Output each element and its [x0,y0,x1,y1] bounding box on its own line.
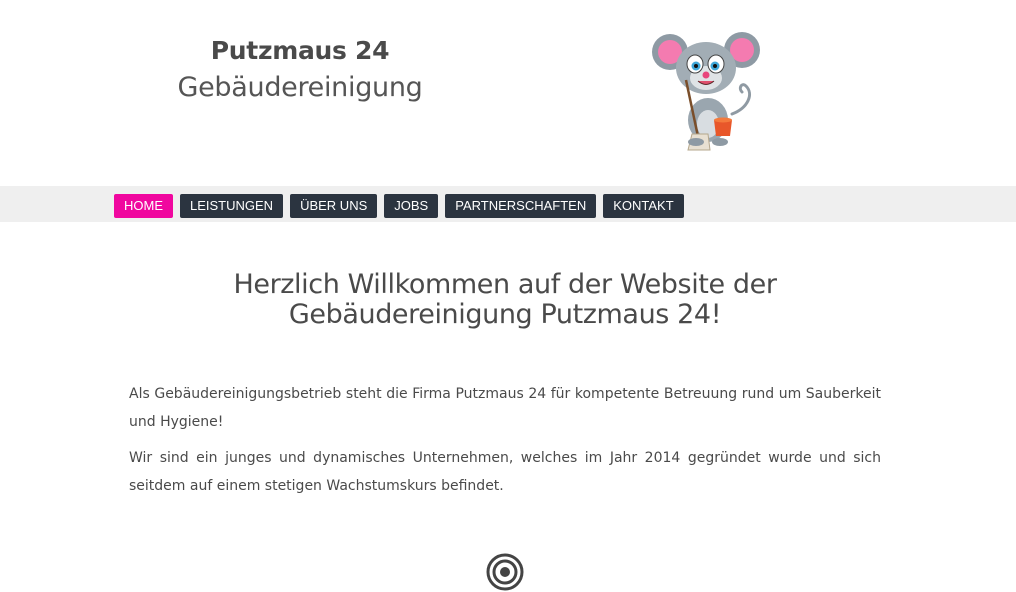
target-icon [486,553,524,591]
nav-item-home[interactable]: HOME [114,194,173,218]
page-title-line-2: Gebäudereinigung Putzmaus 24! [288,299,722,330]
mouse-with-broom-icon[interactable] [650,28,766,152]
site-header: Putzmaus 24 Gebäudereinigung [0,0,1016,186]
brand-name[interactable]: Putzmaus 24 [150,36,450,65]
intro-paragraph: Als Gebäudereinigungsbetrieb steht die F… [129,386,881,430]
nav-item-jobs[interactable]: JOBS [384,194,439,218]
page-title: Herzlich Willkommen auf der Website der … [150,270,860,330]
page: Putzmaus 24 Gebäudereinigung HOME LEISTU… [0,0,1016,592]
nav-item-partnerschaften[interactable]: PARTNERSCHAFTEN [445,194,597,218]
intro-paragraph: Wir sind ein junges und dynamisches Unte… [129,450,881,494]
nav-item-ueber-uns[interactable]: ÜBER UNS [290,194,378,218]
page-title-line-1: Herzlich Willkommen auf der Website der [233,269,777,300]
nav-item-leistungen[interactable]: LEISTUNGEN [180,194,284,218]
nav-list: HOME LEISTUNGEN ÜBER UNS JOBS PARTNERSCH… [114,194,684,218]
intro-text: Als Gebäudereinigungsbetrieb steht die F… [129,380,881,508]
main-navigation: HOME LEISTUNGEN ÜBER UNS JOBS PARTNERSCH… [0,186,1016,222]
nav-item-kontakt[interactable]: KONTAKT [603,194,684,218]
brand-subtitle[interactable]: Gebäudereinigung [150,72,450,103]
